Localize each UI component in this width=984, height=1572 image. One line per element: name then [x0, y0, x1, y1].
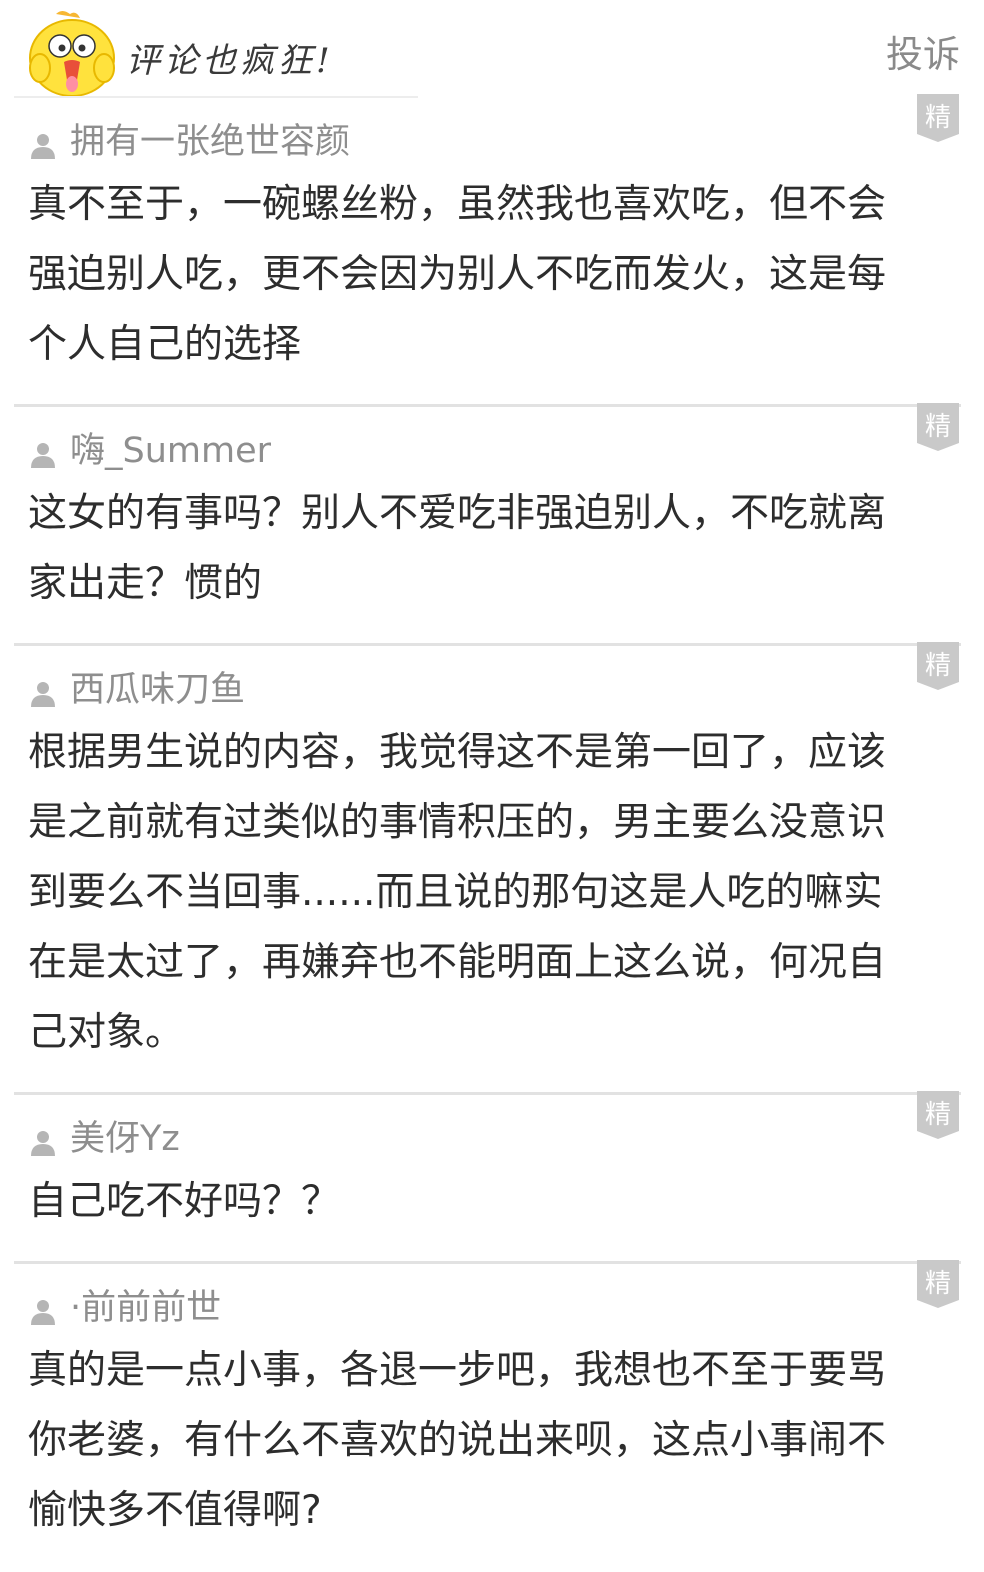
user-icon: [31, 443, 55, 468]
username[interactable]: 西瓜味刀鱼: [70, 666, 245, 714]
user-row: 西瓜味刀鱼: [28, 666, 921, 714]
featured-badge: 精: [917, 1091, 959, 1139]
report-button[interactable]: 投诉: [886, 30, 960, 80]
comment-item: 精 拥有一张绝世容颜 真不至于，一碗螺丝粉，虽然我也喜欢吃，但不会强迫别人吃，更…: [14, 94, 961, 404]
user-icon: [31, 134, 55, 159]
svg-text:精: 精: [925, 1269, 951, 1299]
username[interactable]: 拥有一张绝世容颜: [70, 118, 350, 166]
user-icon: [31, 1131, 55, 1156]
username[interactable]: 美伢Yz: [70, 1115, 180, 1163]
chick-mascot-icon: [26, 8, 118, 98]
featured-badge: 精: [917, 1260, 959, 1308]
svg-text:精: 精: [925, 412, 951, 442]
comment-text: 自己吃不好吗？？: [28, 1179, 341, 1224]
username[interactable]: 嗨_Summer: [70, 427, 271, 475]
comment-item: 精 美伢Yz 自己吃不好吗？？: [14, 1091, 961, 1261]
user-row: 美伢Yz: [28, 1115, 921, 1163]
featured-badge: 精: [917, 94, 959, 142]
user-row: 拥有一张绝世容颜: [28, 118, 921, 166]
comment-text: 真的是一点小事，各退一步吧，我想也不至于要骂你老婆，有什么不喜欢的说出来呗，这点…: [28, 1348, 887, 1533]
header: 评论也疯狂! 投诉: [0, 0, 984, 98]
comment-text: 这女的有事吗？别人不爱吃非强迫别人，不吃就离家出走？惯的: [28, 491, 887, 606]
user-row: 嗨_Summer: [28, 427, 921, 475]
comment-text: 真不至于，一碗螺丝粉，虽然我也喜欢吃，但不会强迫别人吃，更不会因为别人不吃而发火…: [28, 182, 887, 367]
user-icon: [31, 682, 55, 707]
user-row: ·前前前世: [28, 1284, 921, 1332]
featured-badge: 精: [917, 403, 959, 451]
comment-item: 精 ·前前前世 真的是一点小事，各退一步吧，我想也不至于要骂你老婆，有什么不喜欢…: [14, 1260, 961, 1570]
header-title: 评论也疯狂!: [126, 41, 334, 81]
comment-text: 根据男生说的内容，我觉得这不是第一回了，应该是之前就有过类似的事情积压的，男主要…: [28, 730, 887, 1055]
username[interactable]: ·前前前世: [70, 1284, 221, 1332]
comment-item: 精 西瓜味刀鱼 根据男生说的内容，我觉得这不是第一回了，应该是之前就有过类似的事…: [14, 642, 961, 1092]
comment-list: 精 拥有一张绝世容颜 真不至于，一碗螺丝粉，虽然我也喜欢吃，但不会强迫别人吃，更…: [0, 94, 984, 1570]
comment-item: 精 嗨_Summer 这女的有事吗？别人不爱吃非强迫别人，不吃就离家出走？惯的: [14, 403, 961, 643]
svg-text:精: 精: [925, 1100, 951, 1130]
user-icon: [31, 1300, 55, 1325]
svg-text:精: 精: [925, 651, 951, 681]
svg-text:精: 精: [925, 103, 951, 133]
featured-badge: 精: [917, 642, 959, 690]
